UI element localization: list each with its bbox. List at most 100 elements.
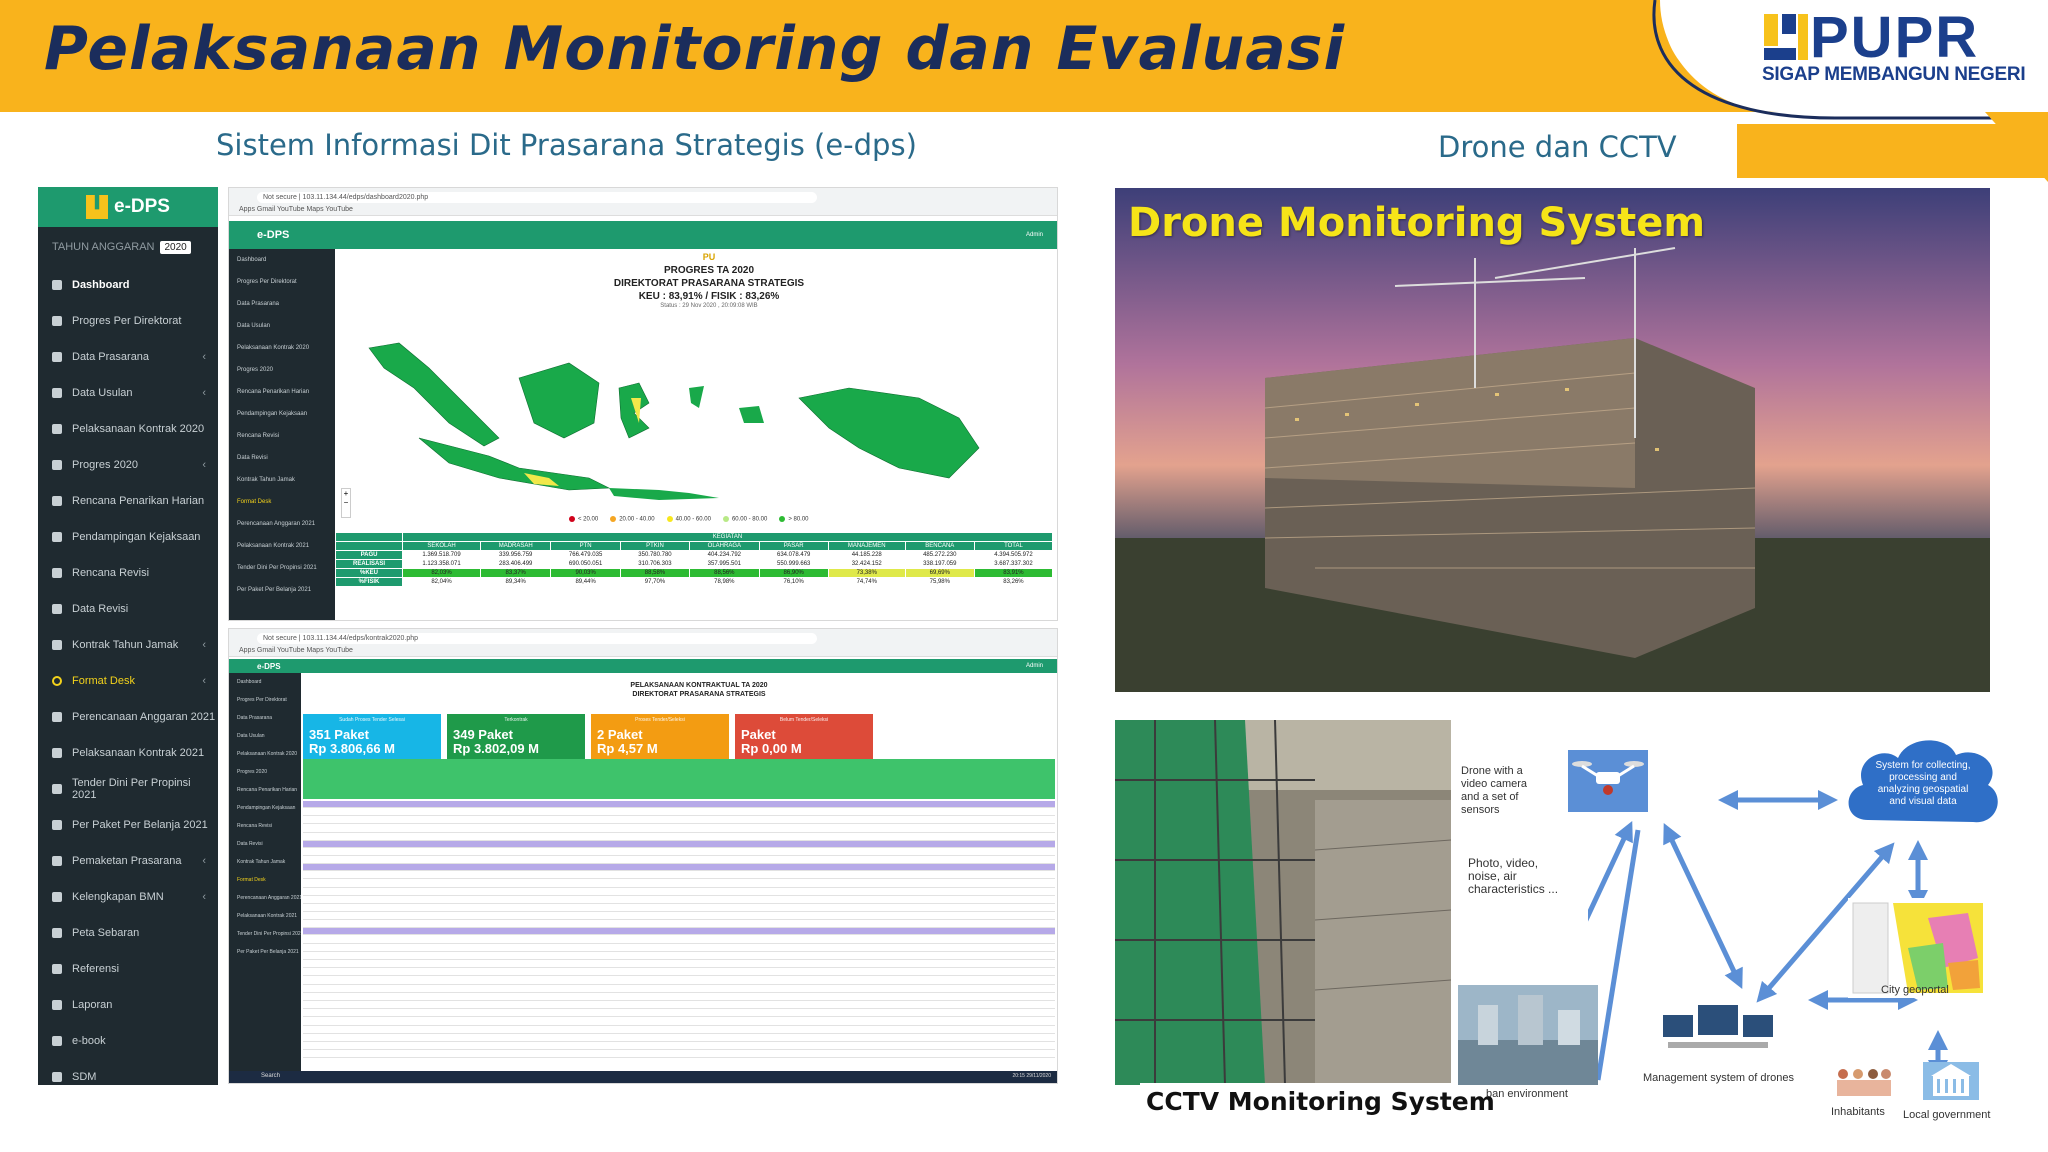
table-cell: 83,26% [973,577,1054,587]
mini-sidebar-item[interactable]: Data Prasarana [229,709,301,727]
table-cell: 74,74% [827,577,906,587]
table-row [303,976,1055,985]
legend-dot-icon [666,516,673,522]
kontrak-summary-card[interactable]: Terkontrak 349 Paket Rp 3.802,09 M [447,714,585,760]
mini-sidebar-item[interactable]: Kontrak Tahun Jamak [229,853,301,871]
mini-sidebar-item[interactable]: Rencana Penarikan Harian [229,381,335,403]
orange-accent-strip [1737,124,2048,178]
table-row-label: %FISIK [334,577,404,587]
legend-label: 40.00 - 60.00 [675,516,711,523]
sidebar-item[interactable]: Pemaketan Prasarana ‹ [38,843,218,879]
sidebar-item[interactable]: Data Prasarana ‹ [38,339,218,375]
table-cell: 690.050.051 [550,559,621,569]
admin-menu[interactable]: Admin [1026,232,1043,238]
mini-sidebar-item[interactable]: Rencana Revisi [229,425,335,447]
urban-environment-label: ban environment [1486,1088,1568,1100]
sidebar-item[interactable]: Dashboard [38,267,218,303]
mini-sidebar-item[interactable]: Dashboard [229,673,301,691]
mini-sidebar-item[interactable]: Progres Per Direktorat [229,271,335,293]
menu-icon [52,604,62,614]
sidebar-item[interactable]: Perencanaan Anggaran 2021 [38,699,218,735]
legend-label: 60.00 - 80.00 [731,516,768,523]
mini-sidebar-item[interactable]: Format Desk [229,491,335,513]
sidebar-item[interactable]: Pendampingan Kejaksaan [38,519,218,555]
edps-logo[interactable]: e-DPS [38,187,218,227]
sidebar-item[interactable]: Rencana Revisi [38,555,218,591]
sidebar-item[interactable]: e-book [38,1023,218,1059]
mini-sidebar-item[interactable]: Pelaksanaan Kontrak 2021 [229,535,335,557]
mini-sidebar-item[interactable]: Pendampingan Kejaksaan [229,403,335,425]
sidebar-item[interactable]: SDM [38,1059,218,1095]
taskbar-search[interactable]: Search [261,1073,280,1079]
mini-sidebar-item[interactable]: Per Paket Per Belanja 2021 [229,579,335,601]
sidebar-item-label: Laporan [72,999,113,1011]
mini-sidebar-item[interactable]: Rencana Penarikan Harian [229,781,301,799]
mini-sidebar-item[interactable]: Perencanaan Anggaran 2021 [229,513,335,535]
sidebar-item[interactable]: Kontrak Tahun Jamak ‹ [38,627,218,663]
mini-sidebar-item[interactable]: Format Desk [229,871,301,889]
sidebar-item[interactable]: Progres 2020 ‹ [38,447,218,483]
table-cell: 1.123.358.071 [402,559,481,569]
sidebar-item[interactable]: Pelaksanaan Kontrak 2020 [38,411,218,447]
address-bar[interactable]: Not secure | 103.11.134.44/edps/kontrak2… [257,633,817,644]
menu-icon [52,1072,62,1082]
sidebar-item[interactable]: Per Paket Per Belanja 2021 [38,807,218,843]
table-row [303,928,1055,936]
mini-sidebar-item[interactable]: Rencana Revisi [229,817,301,835]
card-line1: 349 Paket [453,727,513,742]
mini-sidebar-item[interactable]: Data Prasarana [229,293,335,315]
menu-icon [52,460,62,470]
kontrak-summary-card[interactable]: Belum Tender/Seleksi Paket Rp 0,00 M [735,714,873,760]
mini-sidebar-item[interactable]: Data Revisi [229,447,335,469]
sidebar-item[interactable]: Rencana Penarikan Harian [38,483,218,519]
menu-icon [52,316,62,326]
table-cell: 83,37% [479,568,552,578]
mini-sidebar-item[interactable]: Pelaksanaan Kontrak 2020 [229,337,335,359]
mini-sidebar-item[interactable]: Tender Dini Per Propinsi 2021 [229,557,335,579]
mini-sidebar-item[interactable]: Pelaksanaan Kontrak 2021 [229,907,301,925]
mini-sidebar-item[interactable]: Tender Dini Per Propinsi 2021 [229,925,301,943]
sidebar-item[interactable]: Data Revisi [38,591,218,627]
table-row [303,888,1055,896]
mini-sidebar-item[interactable]: Perencanaan Anggaran 2021 [229,889,301,907]
sidebar-item[interactable]: Referensi [38,951,218,987]
city-geoportal-map-icon [1848,898,1983,998]
mini-sidebar-item[interactable]: Progres 2020 [229,763,301,781]
table-cell: 75,98% [904,577,975,587]
mini-sidebar-item[interactable]: Data Usulan [229,727,301,745]
table-column-header: SEKOLAH [402,541,481,551]
sidebar-item[interactable]: Laporan [38,987,218,1023]
mini-sidebar-item[interactable]: Data Revisi [229,835,301,853]
mini-sidebar-item[interactable]: Per Paket Per Belanja 2021 [229,943,301,961]
mini-sidebar-item[interactable]: Progres 2020 [229,359,335,381]
caption-line: and visual data [1889,796,1957,807]
table-row [303,816,1055,825]
mini-sidebar-item[interactable]: Pelaksanaan Kontrak 2020 [229,745,301,763]
table-cell: 634.078.479 [758,550,829,560]
table-column-header: PTKIN [619,541,691,551]
map-legend: < 20.00 20.00 - 40.00 40.00 - 60.00 60.00 -… [569,516,809,523]
table-row [303,985,1055,993]
sidebar-item[interactable]: Kelengkapan BMN ‹ [38,879,218,915]
mini-sidebar-item[interactable]: Dashboard [229,249,335,271]
sidebar-item[interactable]: Format Desk ‹ [38,663,218,699]
pu-logo-icon [86,195,109,219]
sidebar-item[interactable]: Tender Dini Per Propinsi 2021 [38,771,218,807]
address-bar[interactable]: Not secure | 103.11.134.44/edps/dashboar… [257,192,817,203]
mini-sidebar-item[interactable]: Data Usulan [229,315,335,337]
sidebar-item[interactable]: Data Usulan ‹ [38,375,218,411]
sidebar-item[interactable]: Peta Sebaran [38,915,218,951]
mini-sidebar-item[interactable]: Kontrak Tahun Jamak [229,469,335,491]
sidebar-item[interactable]: Progres Per Direktorat [38,303,218,339]
sidebar-item[interactable]: Pelaksanaan Kontrak 2021 [38,735,218,771]
table-cell: 32.424.152 [827,559,906,569]
mini-sidebar-item[interactable]: Progres Per Direktorat [229,691,301,709]
table-row-label: REALISASI [334,559,404,569]
map-zoom-control[interactable]: + − [341,488,351,518]
mini-sidebar-item[interactable]: Pendampingan Kejaksaan [229,799,301,817]
kontrak-summary-card[interactable]: Sudah Proses Tender Selesai 351 Paket Rp 3… [303,714,441,760]
kontrak-summary-card[interactable]: Proses Tender/Seleksi 2 Paket Rp 4,57 M [591,714,729,760]
year-select[interactable]: 2020 [160,240,191,254]
admin-menu[interactable]: Admin [1026,663,1043,669]
menu-icon [52,532,62,542]
